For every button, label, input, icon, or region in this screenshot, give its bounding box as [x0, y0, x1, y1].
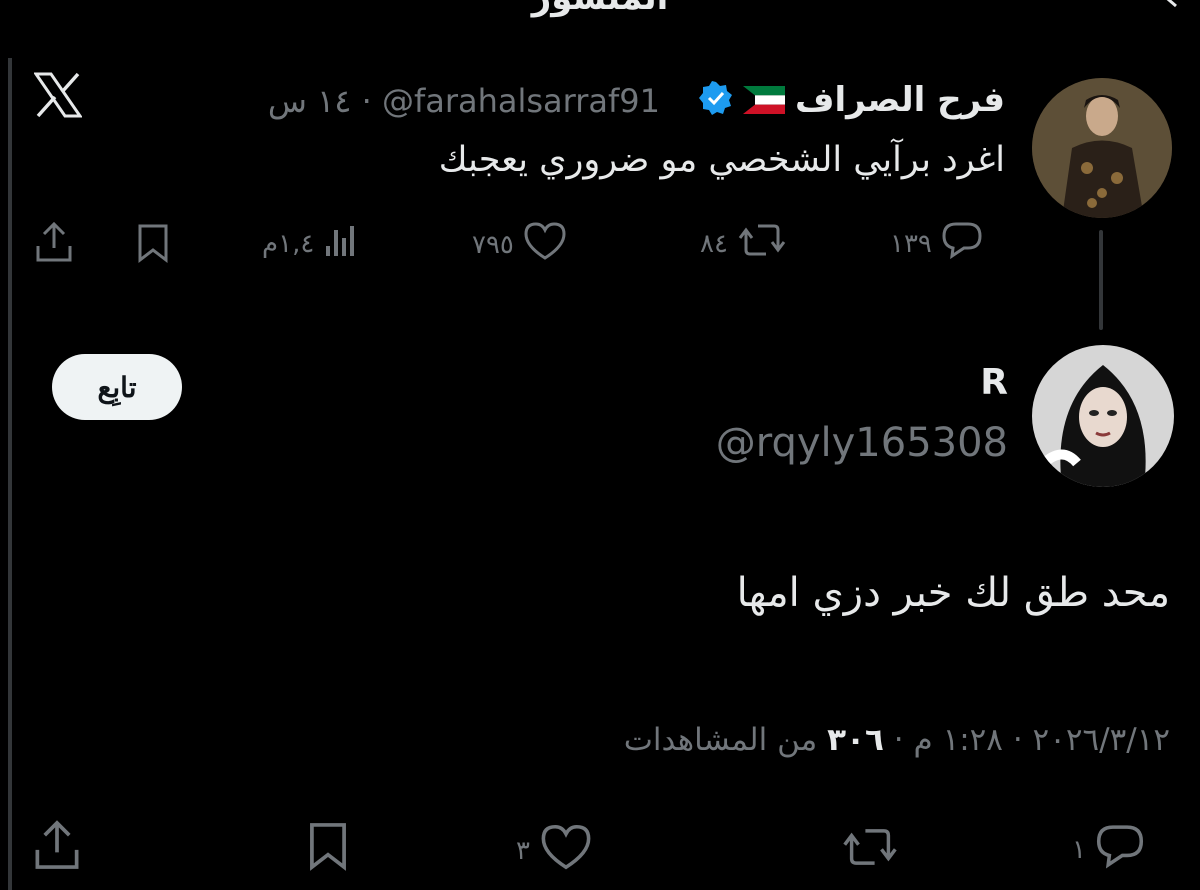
like-action[interactable]: ٧٩٥ [472, 220, 568, 269]
tweet-metadata: ٢٠٢٦/٣/١٢ · ١:٢٨ م · ٣٠٦ من المشاهدات [624, 722, 1170, 758]
reply-count: ١ [1072, 834, 1086, 865]
separator: · [893, 722, 904, 758]
more-options-icon[interactable] [1152, 0, 1192, 12]
author-row: فرح الصراف [699, 78, 1005, 122]
views-count: ٣٠٦ [827, 722, 884, 758]
repost-icon [736, 220, 788, 267]
reply-icon [1094, 822, 1146, 877]
reply-icon [940, 220, 984, 267]
share-icon[interactable] [30, 818, 84, 876]
avatar[interactable] [1032, 78, 1172, 218]
like-count: ٣ [516, 835, 530, 866]
author-name[interactable]: R [980, 362, 1008, 403]
post-date: ٢٠٢٦/٣/١٢ [1032, 722, 1170, 758]
reply-count: ١٣٩ [890, 228, 932, 259]
avatar[interactable] [1032, 345, 1174, 487]
like-count: ٧٩٥ [472, 229, 514, 260]
post-time: ١:٢٨ م [913, 722, 1003, 758]
page-title: المنشور [0, 0, 1200, 18]
verified-badge-icon [699, 81, 733, 119]
reply-text: محد طق لك خبر دزي امها [736, 570, 1170, 616]
author-handle[interactable]: @rqyly165308 [716, 420, 1008, 466]
reply-action[interactable]: ١٣٩ [890, 220, 984, 267]
views-label: من المشاهدات [623, 722, 818, 758]
x-logo-icon[interactable] [33, 72, 83, 122]
tweet-text: اغرد برآيي الشخصي مو ضروري يعجبك [438, 140, 1005, 180]
like-action[interactable]: ٣ [516, 822, 594, 879]
handle-time: ١٤ س · @farahalsarraf91 [268, 82, 660, 120]
kuwait-flag-icon [743, 86, 786, 114]
views-action[interactable]: ١,٤م [262, 220, 362, 267]
author-handle[interactable]: @farahalsarraf91 [382, 82, 660, 120]
repost-count: ٨٤ [700, 228, 728, 259]
quote-border [8, 58, 12, 890]
analytics-icon [322, 220, 362, 267]
time-label: ١٤ س [267, 82, 352, 120]
thread-line [1099, 230, 1103, 330]
separator: · [1012, 722, 1023, 758]
repost-action[interactable]: ٨٤ [700, 220, 788, 267]
bookmark-icon[interactable] [302, 820, 354, 876]
views-count: ١,٤م [262, 228, 315, 259]
bookmark-icon[interactable] [132, 222, 174, 268]
share-icon[interactable] [32, 220, 76, 268]
reply-action[interactable]: ١ [1072, 822, 1146, 877]
heart-icon [538, 822, 594, 879]
follow-button[interactable]: تابِع [52, 354, 182, 420]
heart-icon [522, 220, 568, 269]
author-name[interactable]: فرح الصراف [795, 80, 1005, 120]
separator: · [361, 82, 372, 120]
repost-icon[interactable] [838, 824, 902, 874]
